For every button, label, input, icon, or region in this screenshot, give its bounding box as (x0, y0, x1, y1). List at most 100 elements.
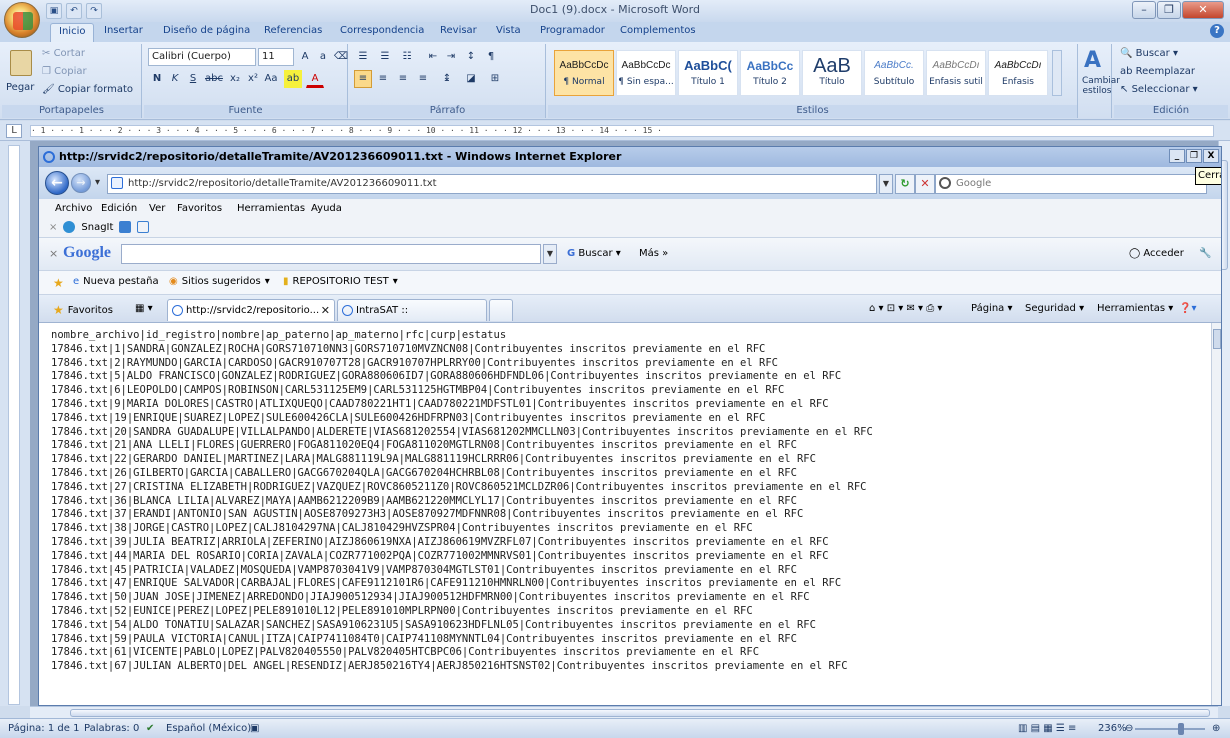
tab-intrasat[interactable]: IntraSAT :: (337, 299, 487, 321)
paste-icon[interactable] (10, 50, 32, 76)
align-center-icon[interactable]: ≡ (374, 70, 392, 88)
change-styles-icon[interactable]: A (1084, 48, 1101, 73)
borders-icon[interactable]: ⊞ (486, 70, 504, 88)
menu-ver[interactable]: Ver (149, 203, 165, 214)
ie-close-button[interactable]: X (1203, 149, 1219, 163)
quick-tabs-icon[interactable]: ▦ ▾ (135, 303, 153, 314)
paste-button[interactable]: Pegar (6, 82, 34, 93)
tab-selector-icon[interactable]: L (6, 124, 22, 138)
style-emphasis[interactable]: AaBbCcDı Énfasis (988, 50, 1048, 96)
zoom-slider[interactable] (1135, 728, 1205, 730)
macro-icon[interactable]: ▣ (250, 723, 259, 734)
horizontal-scrollbar[interactable] (30, 706, 1218, 718)
google-dropdown-icon[interactable]: ▼ (543, 244, 557, 264)
vertical-ruler-scale[interactable] (8, 145, 20, 705)
address-bar[interactable]: http://srvidc2/repositorio/detalleTramit… (107, 174, 877, 194)
change-styles-button[interactable]: Cambiar estilos (1082, 76, 1120, 96)
save-icon[interactable]: ▣ (46, 3, 62, 19)
tab-referencias[interactable]: Referencias (264, 25, 322, 36)
ie-restore-button[interactable]: ❐ (1186, 149, 1202, 163)
format-painter-button[interactable]: 🖌 Copiar formato (42, 84, 133, 95)
repositorio-link[interactable]: ▮ REPOSITORIO TEST ▾ (283, 276, 398, 287)
tab-vista[interactable]: Vista (496, 25, 521, 36)
close-button[interactable]: ✕ (1182, 1, 1224, 19)
bold-icon[interactable]: N (148, 70, 166, 88)
show-marks-icon[interactable]: ¶ (482, 48, 500, 66)
font-size-combo[interactable]: 11 (258, 48, 294, 66)
multilevel-icon[interactable]: ☷ (398, 48, 416, 66)
style-title[interactable]: AaB Título (802, 50, 862, 96)
change-case-icon[interactable]: Aa (262, 70, 280, 88)
maximize-button[interactable]: ❐ (1157, 1, 1181, 19)
forward-icon[interactable]: → (71, 173, 91, 193)
wrench-icon[interactable]: 🔧 (1199, 248, 1211, 259)
align-left-icon[interactable]: ≡ (354, 70, 372, 88)
help-icon[interactable]: ? (1210, 24, 1224, 38)
style-no-spacing[interactable]: AaBbCcDc ¶ Sin espa... (616, 50, 676, 96)
close-toolbar-icon[interactable]: × (49, 247, 58, 260)
ie-vertical-scrollbar[interactable] (1211, 323, 1221, 705)
menu-archivo[interactable]: Archivo (55, 203, 92, 214)
tab-diseno[interactable]: Diseño de página (163, 25, 250, 36)
new-tab-button[interactable] (489, 299, 513, 321)
tab-correspondencia[interactable]: Correspondencia (340, 25, 424, 36)
page-count[interactable]: Página: 1 de 1 (8, 723, 79, 734)
refresh-icon[interactable]: ↻ (895, 174, 915, 194)
ie-minimize-button[interactable]: _ (1169, 149, 1185, 163)
style-subtle-emphasis[interactable]: AaBbCcDı Énfasis sutil (926, 50, 986, 96)
cut-button[interactable]: ✂ Cortar (42, 48, 85, 59)
underline-icon[interactable]: S (184, 70, 202, 88)
word-count[interactable]: Palabras: 0 (84, 723, 139, 734)
menu-favoritos[interactable]: Favoritos (177, 203, 222, 214)
new-tab-link[interactable]: e Nueva pestaña (73, 276, 159, 287)
add-favorite-icon[interactable]: ★ (53, 276, 64, 290)
tab-inicio[interactable]: Inicio (50, 23, 95, 42)
back-icon[interactable]: ← (45, 171, 69, 195)
decrease-indent-icon[interactable]: ⇤ (424, 48, 442, 66)
google-signin-button[interactable]: ◯ Acceder (1129, 248, 1184, 259)
page-menu[interactable]: Página ▾ (971, 303, 1013, 314)
shrink-font-icon[interactable]: a (314, 48, 332, 66)
increase-indent-icon[interactable]: ⇥ (442, 48, 460, 66)
copy-button[interactable]: ❐ Copiar (42, 66, 87, 77)
tab-programador[interactable]: Programador (540, 25, 605, 36)
zoom-out-icon[interactable]: ⊖ (1125, 723, 1133, 734)
proofing-icon[interactable]: ✔ (146, 723, 154, 734)
help-icon[interactable]: ❓▾ (1179, 303, 1196, 314)
font-name-combo[interactable]: Calibri (Cuerpo) (148, 48, 256, 66)
office-button[interactable] (4, 2, 40, 38)
subscript-icon[interactable]: x₂ (226, 70, 244, 88)
recent-pages-icon[interactable]: ▾ (95, 177, 100, 188)
address-dropdown-icon[interactable]: ▼ (879, 174, 893, 194)
menu-herramientas[interactable]: Herramientas (237, 203, 305, 214)
close-toolbar-icon[interactable]: × (49, 222, 57, 233)
superscript-icon[interactable]: x² (244, 70, 262, 88)
snagit-button[interactable]: SnagIt (81, 222, 113, 233)
grow-font-icon[interactable]: A (296, 48, 314, 66)
language[interactable]: Español (México) (166, 723, 251, 734)
font-color-icon[interactable]: A (306, 70, 324, 88)
line-spacing-icon[interactable]: ↨ (438, 70, 456, 88)
italic-icon[interactable]: K (166, 70, 184, 88)
strikethrough-icon[interactable]: abc (204, 70, 223, 88)
tab-revisar[interactable]: Revisar (440, 25, 477, 36)
replace-button[interactable]: ab Reemplazar (1120, 66, 1195, 77)
find-button[interactable]: 🔍 Buscar ▾ (1120, 48, 1178, 59)
tools-menu[interactable]: Herramientas ▾ (1097, 303, 1173, 314)
security-menu[interactable]: Seguridad ▾ (1025, 303, 1084, 314)
style-heading1[interactable]: AaBbC(Título 1 (678, 50, 738, 96)
zoom-level[interactable]: 236% (1098, 723, 1127, 734)
menu-edicion[interactable]: Edición (101, 203, 137, 214)
undo-icon[interactable]: ↶ (66, 3, 82, 19)
tab-repositorio[interactable]: http://srvidc2/repositorio... ✕ (167, 299, 335, 321)
suggested-sites-link[interactable]: ◉ Sitios sugeridos ▾ (169, 276, 270, 287)
zoom-in-icon[interactable]: ⊕ (1212, 723, 1220, 734)
sort-icon[interactable]: ↕ (462, 48, 480, 66)
horizontal-scroll-thumb[interactable] (70, 709, 1210, 717)
search-input[interactable]: Google (935, 174, 1207, 194)
style-normal[interactable]: AaBbCcDc ¶ Normal (554, 50, 614, 96)
clear-format-icon[interactable]: ⌫ (332, 48, 350, 66)
justify-icon[interactable]: ≡ (414, 70, 432, 88)
snagit-window-icon[interactable] (137, 221, 150, 233)
style-subtitle[interactable]: AaBbCc. Subtítulo (864, 50, 924, 96)
